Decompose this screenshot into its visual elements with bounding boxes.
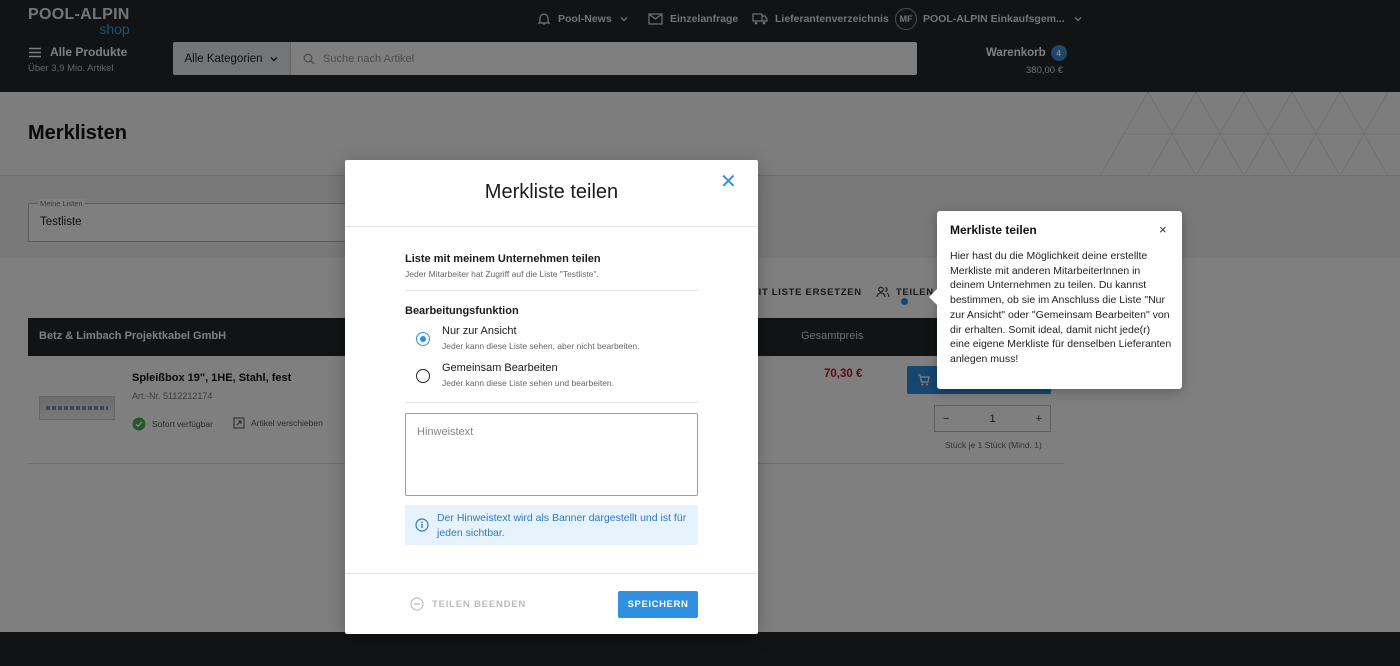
radio-view-only[interactable]: Nur zur Ansicht Jeder kann diese Liste s…	[416, 325, 640, 351]
radio-edit-together[interactable]: Gemeinsam Bearbeiten Jeder kann diese Li…	[416, 362, 614, 388]
save-button[interactable]: SPEICHERN	[618, 591, 698, 618]
dialog-header: Merkliste teilen ✕	[345, 160, 758, 227]
radio-button-selected[interactable]	[416, 332, 430, 346]
radio-button[interactable]	[416, 369, 430, 383]
share-help-tooltip: Merkliste teilen × Hier hast du die Mögl…	[929, 211, 1182, 389]
end-sharing-button[interactable]: TEILEN BEENDEN	[410, 597, 526, 611]
dialog-title: Merkliste teilen	[484, 181, 619, 203]
share-company-section: Liste mit meinem Unternehmen teilen Jede…	[405, 253, 698, 291]
info-icon	[415, 518, 429, 532]
close-icon[interactable]: ✕	[720, 172, 737, 192]
divider	[405, 402, 698, 403]
share-list-dialog: Merkliste teilen ✕ Liste mit meinem Unte…	[345, 160, 758, 634]
hint-text-field[interactable]	[405, 413, 698, 496]
tooltip-title: Merkliste teilen	[950, 223, 1037, 237]
minus-circle-icon	[410, 597, 424, 611]
tooltip-body: Hier hast du die Möglichkeit deine erste…	[950, 250, 1172, 365]
edit-function-heading: Bearbeitungsfunktion	[405, 305, 519, 317]
info-banner: Der Hinweistext wird als Banner dargeste…	[405, 505, 698, 545]
close-icon[interactable]: ×	[1159, 222, 1167, 237]
dialog-footer: TEILEN BEENDEN SPEICHERN	[345, 573, 758, 634]
